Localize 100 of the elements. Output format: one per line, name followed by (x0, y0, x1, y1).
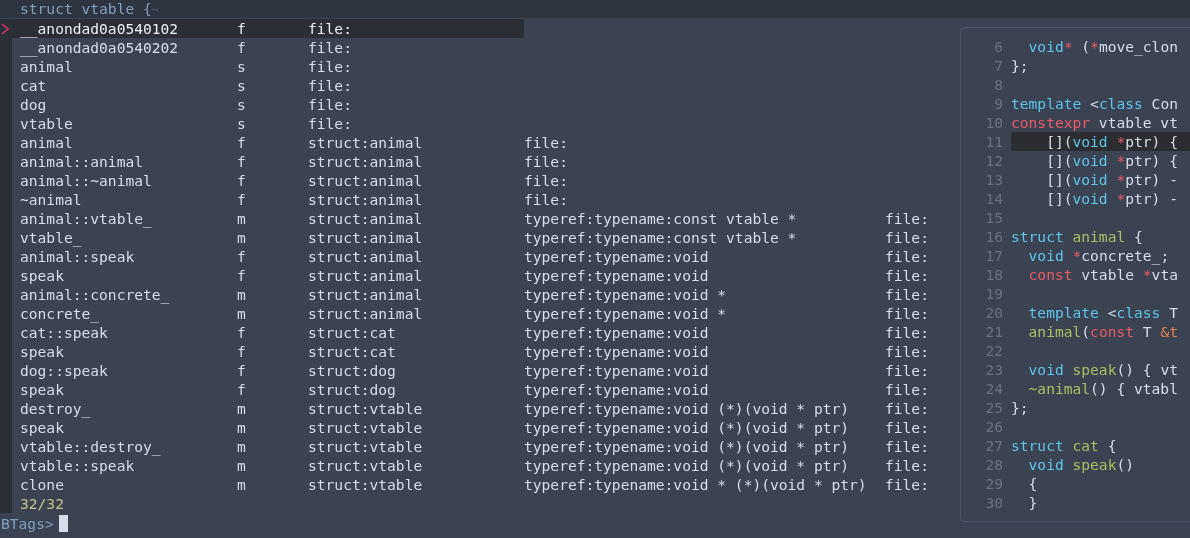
result-cell[interactable]: file: (308, 38, 524, 57)
result-cell[interactable]: s (237, 114, 308, 133)
result-cell[interactable]: animal::vtable_ (12, 209, 237, 228)
result-cell[interactable]: f (237, 190, 308, 209)
result-cell[interactable]: file: (885, 285, 945, 304)
result-cell[interactable]: s (237, 57, 308, 76)
result-cell[interactable]: file: (885, 399, 945, 418)
result-cell[interactable]: file: (885, 304, 945, 323)
result-cell[interactable]: typeref:typename:void (524, 323, 885, 342)
result-cell[interactable]: speak (12, 266, 237, 285)
result-cell[interactable]: animal (12, 57, 237, 76)
result-cell[interactable]: typeref:typename:const vtable * (524, 209, 885, 228)
result-cell[interactable]: m (237, 418, 308, 437)
result-cell[interactable]: file: (885, 437, 945, 456)
result-cell[interactable]: struct:animal (308, 304, 524, 323)
result-cell[interactable]: ~animal (12, 190, 237, 209)
result-cell[interactable]: m (237, 304, 308, 323)
result-cell[interactable]: struct:cat (308, 342, 524, 361)
result-cell[interactable]: typeref:typename:void (*)(void * ptr) (524, 456, 885, 475)
result-cell[interactable]: dog::speak (12, 361, 237, 380)
result-cell[interactable]: __anondad0a0540202 (12, 38, 237, 57)
result-cell[interactable]: f (237, 171, 308, 190)
text-cursor[interactable] (58, 514, 68, 532)
result-cell[interactable]: struct:vtable (308, 399, 524, 418)
result-cell[interactable]: file: (308, 76, 524, 95)
result-cell[interactable]: vtable (12, 114, 237, 133)
result-cell[interactable]: file: (885, 209, 945, 228)
result-cell[interactable]: typeref:typename:void (*)(void * ptr) (524, 399, 885, 418)
result-cell[interactable]: struct:vtable (308, 437, 524, 456)
result-cell[interactable]: s (237, 95, 308, 114)
result-cell[interactable]: file: (524, 190, 885, 209)
result-cell[interactable]: file: (308, 95, 524, 114)
result-cell[interactable]: speak (12, 418, 237, 437)
result-cell[interactable]: typeref:typename:void * (524, 285, 885, 304)
result-cell[interactable]: m (237, 285, 308, 304)
result-cell[interactable]: typeref:typename:void (524, 342, 885, 361)
result-cell[interactable]: m (237, 437, 308, 456)
result-cell[interactable]: clone (12, 475, 237, 494)
result-cell[interactable]: cat::speak (12, 323, 237, 342)
result-cell[interactable]: file: (308, 57, 524, 76)
result-cell[interactable]: f (237, 342, 308, 361)
result-cell[interactable]: m (237, 456, 308, 475)
result-cell[interactable]: f (237, 380, 308, 399)
result-cell[interactable]: file: (885, 475, 945, 494)
result-cell[interactable]: struct:animal (308, 228, 524, 247)
result-cell[interactable]: animal::speak (12, 247, 237, 266)
result-cell[interactable]: concrete_ (12, 304, 237, 323)
result-cell[interactable]: f (237, 361, 308, 380)
result-cell[interactable]: file: (885, 247, 945, 266)
result-cell[interactable]: typeref:typename:void (*)(void * ptr) (524, 418, 885, 437)
result-cell[interactable]: file: (524, 133, 885, 152)
result-cell[interactable]: file: (885, 361, 945, 380)
result-cell[interactable]: speak (12, 342, 237, 361)
result-cell[interactable]: struct:animal (308, 171, 524, 190)
result-cell[interactable]: m (237, 475, 308, 494)
result-cell[interactable]: typeref:typename:const vtable * (524, 228, 885, 247)
result-cell[interactable]: f (237, 266, 308, 285)
result-cell[interactable]: file: (308, 114, 524, 133)
result-cell[interactable]: struct:dog (308, 361, 524, 380)
result-cell[interactable]: f (237, 152, 308, 171)
result-cell[interactable]: struct:animal (308, 266, 524, 285)
result-cell[interactable]: struct:animal (308, 152, 524, 171)
result-cell[interactable]: typeref:typename:void (524, 380, 885, 399)
result-cell[interactable]: struct:dog (308, 380, 524, 399)
result-cell[interactable]: m (237, 228, 308, 247)
result-cell[interactable]: file: (885, 380, 945, 399)
result-cell[interactable]: file: (885, 266, 945, 285)
result-cell[interactable]: struct:animal (308, 209, 524, 228)
result-cell[interactable]: animal::concrete_ (12, 285, 237, 304)
result-cell[interactable]: vtable::speak (12, 456, 237, 475)
result-cell[interactable]: typeref:typename:void (524, 247, 885, 266)
result-cell[interactable]: vtable::destroy_ (12, 437, 237, 456)
result-cell[interactable]: file: (885, 456, 945, 475)
result-cell[interactable]: struct:vtable (308, 456, 524, 475)
result-cell[interactable]: typeref:typename:void (524, 266, 885, 285)
result-cell[interactable]: struct:vtable (308, 475, 524, 494)
result-cell[interactable]: struct:animal (308, 133, 524, 152)
result-cell[interactable]: animal::~animal (12, 171, 237, 190)
result-cell[interactable]: s (237, 76, 308, 95)
result-cell[interactable]: f (237, 38, 308, 57)
result-cell[interactable]: file: (308, 19, 524, 38)
result-cell[interactable]: struct:cat (308, 323, 524, 342)
result-cell[interactable]: f (237, 247, 308, 266)
result-cell[interactable]: file: (524, 171, 885, 190)
result-cell[interactable]: m (237, 209, 308, 228)
result-cell[interactable]: vtable_ (12, 228, 237, 247)
result-cell[interactable]: destroy_ (12, 399, 237, 418)
result-cell[interactable]: __anondad0a0540102 (12, 19, 237, 38)
result-cell[interactable]: cat (12, 76, 237, 95)
result-cell[interactable]: f (237, 19, 308, 38)
result-cell[interactable]: speak (12, 380, 237, 399)
result-cell[interactable]: struct:animal (308, 285, 524, 304)
result-cell[interactable]: struct:vtable (308, 418, 524, 437)
result-cell[interactable]: f (237, 133, 308, 152)
result-cell[interactable]: animal::animal (12, 152, 237, 171)
result-cell[interactable]: typeref:typename:void * (*)(void * ptr) (524, 475, 885, 494)
result-cell[interactable]: struct:animal (308, 190, 524, 209)
result-cell[interactable]: f (237, 323, 308, 342)
result-cell[interactable]: m (237, 399, 308, 418)
result-cell[interactable]: file: (885, 342, 945, 361)
